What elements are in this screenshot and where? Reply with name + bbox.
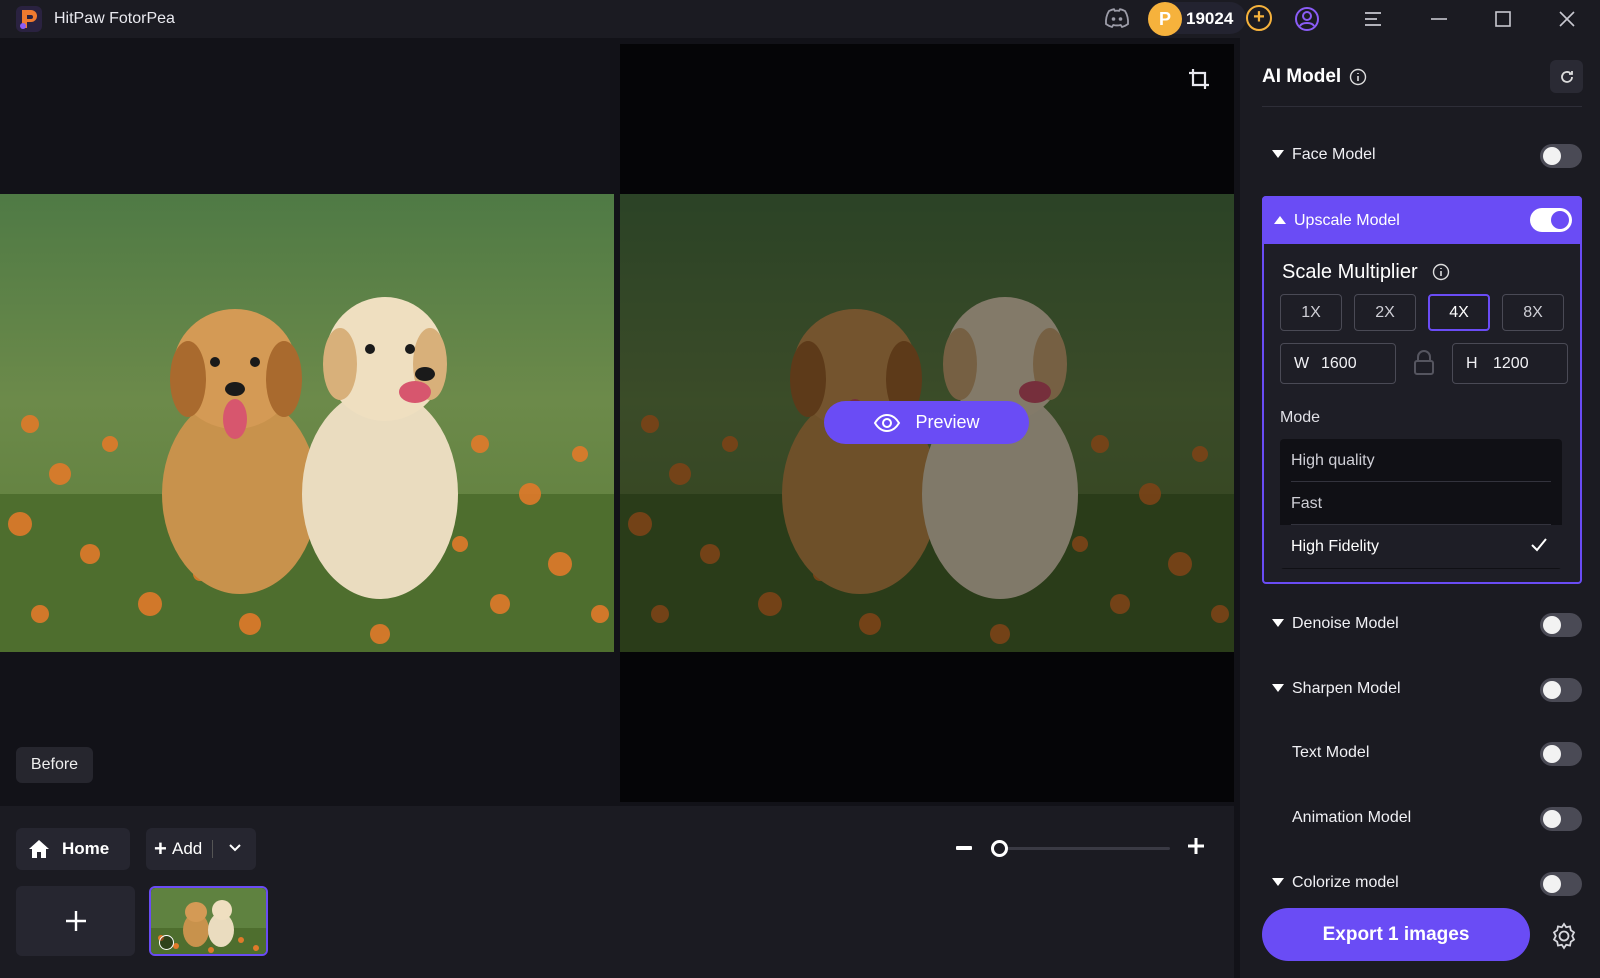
denoise-model-row[interactable]: Denoise Model (1262, 605, 1582, 645)
maximize-icon[interactable] (1490, 6, 1516, 32)
info-icon[interactable] (1432, 263, 1450, 281)
denoise-model-toggle[interactable] (1540, 613, 1582, 637)
close-icon[interactable] (1554, 6, 1580, 32)
mode-option-label: Fast (1291, 495, 1323, 512)
crop-icon[interactable] (1186, 66, 1212, 92)
export-button[interactable]: Export 1 images (1262, 908, 1530, 961)
toggle-knob (1543, 147, 1561, 165)
before-image (0, 194, 614, 652)
scale-4x-button[interactable]: 4X (1428, 294, 1490, 331)
text-model-label: Text Model (1292, 744, 1370, 761)
add-label: Add (172, 839, 203, 858)
panel-title: AI Model (1262, 66, 1342, 87)
scale-multiplier-label: Scale Multiplier (1282, 261, 1418, 283)
account-icon[interactable] (1294, 6, 1320, 32)
width-field[interactable]: W 1600 (1280, 343, 1396, 384)
upscale-model-label: Upscale Model (1294, 212, 1400, 229)
mode-option-high-quality[interactable]: High quality (1280, 439, 1562, 482)
upscale-model-header[interactable]: Upscale Model (1262, 196, 1582, 244)
scale-8x-button[interactable]: 8X (1502, 294, 1564, 331)
image-thumbnail[interactable] (149, 886, 268, 956)
sharpen-model-toggle[interactable] (1540, 678, 1582, 702)
denoise-model-label: Denoise Model (1292, 615, 1399, 632)
credits-badge[interactable]: P 19024 (1148, 2, 1246, 36)
face-model-toggle[interactable] (1540, 144, 1582, 168)
toggle-knob (1543, 810, 1561, 828)
zoom-in-button[interactable] (1186, 836, 1206, 856)
plus-icon: + (154, 836, 167, 861)
mode-option-label: High Fidelity (1291, 538, 1380, 555)
caret-down-icon[interactable] (1272, 150, 1284, 158)
caret-down-icon[interactable] (1272, 684, 1284, 692)
info-icon[interactable] (1349, 68, 1367, 86)
height-field[interactable]: H 1200 (1452, 343, 1568, 384)
colorize-model-toggle[interactable] (1540, 872, 1582, 896)
sharpen-model-row[interactable]: Sharpen Model (1262, 670, 1582, 710)
toggle-knob (1543, 616, 1561, 634)
mode-option-high-fidelity[interactable]: High Fidelity (1280, 525, 1562, 568)
coin-icon: P (1148, 2, 1182, 36)
toggle-knob (1543, 745, 1561, 763)
mode-list: High quality Fast High Fidelity (1280, 439, 1562, 569)
upscale-model-toggle[interactable] (1530, 208, 1572, 232)
minimize-icon[interactable] (1426, 6, 1452, 32)
colorize-model-label: Colorize model (1292, 874, 1399, 891)
animation-model-row[interactable]: Animation Model (1262, 799, 1582, 839)
text-model-row[interactable]: Text Model (1262, 734, 1582, 774)
info-icon[interactable] (159, 935, 174, 950)
zoom-slider-handle[interactable] (991, 840, 1008, 857)
add-image-tile[interactable] (16, 886, 135, 956)
add-button[interactable]: + Add (146, 828, 256, 870)
face-model-label: Face Model (1292, 146, 1376, 163)
add-separator (212, 840, 213, 858)
caret-down-icon[interactable] (1272, 619, 1284, 627)
width-key: W (1294, 355, 1310, 372)
refresh-icon (1560, 70, 1573, 83)
mode-label: Mode (1280, 409, 1321, 426)
discord-icon[interactable] (1104, 6, 1130, 32)
divider (1262, 106, 1582, 107)
preview-button[interactable]: Preview (824, 401, 1029, 444)
home-label: Home (62, 839, 110, 858)
zoom-slider-track[interactable] (998, 847, 1170, 850)
text-model-toggle[interactable] (1540, 742, 1582, 766)
mode-option-label: High quality (1291, 452, 1375, 469)
zoom-out-button[interactable] (956, 846, 972, 850)
reset-button[interactable] (1550, 60, 1583, 93)
face-model-row[interactable]: Face Model (1262, 136, 1582, 176)
toggle-knob (1543, 875, 1561, 893)
gear-icon[interactable] (1548, 920, 1580, 952)
eye-icon (874, 413, 901, 432)
animation-model-toggle[interactable] (1540, 807, 1582, 831)
chevron-down-icon[interactable] (226, 838, 244, 856)
lock-icon[interactable] (1412, 350, 1436, 376)
mode-option-fast[interactable]: Fast (1280, 482, 1562, 525)
height-value: 1200 (1493, 355, 1529, 372)
check-icon (1530, 537, 1548, 553)
scale-1x-button[interactable]: 1X (1280, 294, 1342, 331)
toggle-knob (1551, 211, 1569, 229)
credits-count: 19024 (1186, 9, 1234, 28)
sharpen-model-label: Sharpen Model (1292, 680, 1401, 697)
home-icon (29, 840, 49, 858)
preview-label: Preview (915, 412, 980, 432)
colorize-model-row[interactable]: Colorize model (1262, 864, 1582, 904)
width-value: 1600 (1321, 355, 1357, 372)
animation-model-label: Animation Model (1292, 809, 1412, 826)
scale-2x-button[interactable]: 2X (1354, 294, 1416, 331)
height-key: H (1466, 355, 1478, 372)
toggle-knob (1543, 681, 1561, 699)
add-credits-button[interactable]: + (1246, 5, 1272, 31)
plus-icon (65, 911, 86, 931)
app-title: HitPaw FotorPea (54, 10, 175, 27)
home-button[interactable]: Home (16, 828, 130, 870)
before-label: Before (16, 747, 93, 783)
app-logo-icon (16, 6, 42, 32)
menu-icon[interactable] (1360, 6, 1386, 32)
caret-down-icon[interactable] (1272, 878, 1284, 886)
caret-up-icon[interactable] (1274, 216, 1286, 224)
